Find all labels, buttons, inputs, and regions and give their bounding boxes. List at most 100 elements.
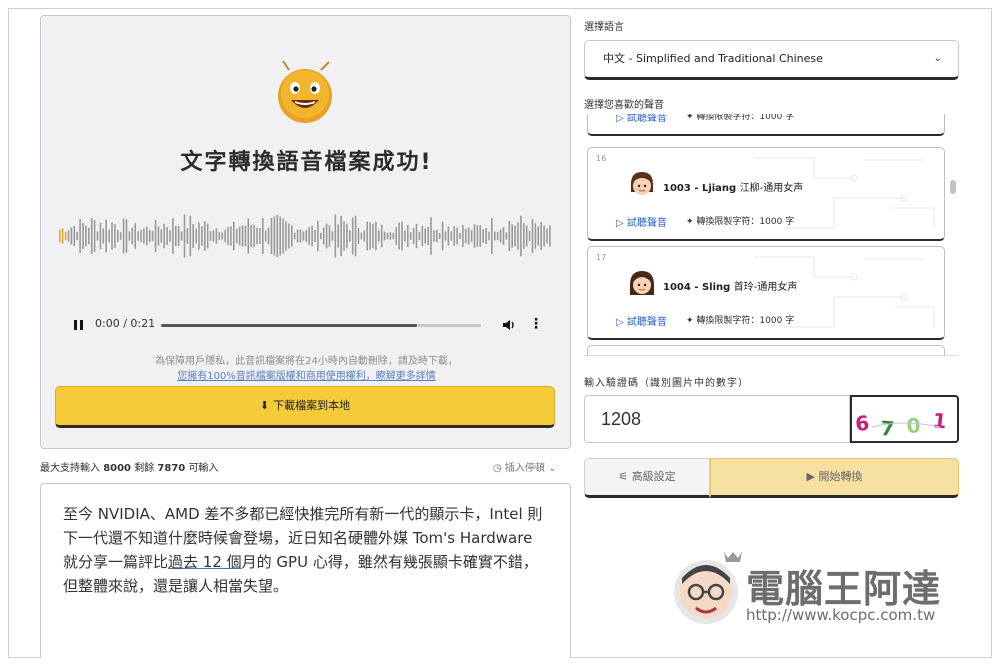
waveform-bar [70,227,73,245]
waveform-bar [444,231,447,241]
waveform-bar [372,223,374,249]
waveform-bar [366,221,368,251]
waveform-bar [360,232,363,240]
more-vertical-icon[interactable]: ⋮ [529,316,543,334]
playback-time: 0:00 / 0:21 [95,317,156,330]
char-limit: ✦ 轉換限製字符：1000 字 [686,217,795,227]
waveform-bar [299,229,302,243]
waveform-bar [201,226,203,246]
waveform-bar [508,221,511,251]
waveform-bar [499,229,502,243]
waveform-bar [357,228,360,244]
waveform-bar [61,228,64,244]
volume-icon[interactable] [501,317,519,335]
waveform-bar [148,229,151,243]
copyright-link[interactable]: 您擁有100%音訊檔案版權和商用使用權利，瞭解更多詳情 [177,371,436,382]
voice-index: 17 [596,253,607,262]
waveform-bar [389,232,392,240]
language-select[interactable]: 中文 - Simplified and Traditional Chinese … [584,40,959,80]
waveform-bar [320,232,322,240]
waveform-bar [531,218,534,254]
waveform-bar [99,223,102,249]
waveform-bar [331,231,334,241]
insert-pause-button[interactable]: ◷ 插入停頓 ⌄ [493,459,557,474]
voice-code: 1004 - Sling [663,282,731,293]
waveform-bar [146,226,148,246]
waveform-bar [235,228,238,244]
limit-prefix: 最大支持輸入 [40,463,100,474]
listen-button[interactable]: ▷ 試聽聲音 [616,313,667,328]
advanced-settings-button[interactable]: ⚟ 高級設定 [584,458,710,498]
avatar-icon [630,271,654,295]
privacy-line: 為保障用戶隱私，此音訊檔案將在24小時內自動刪除，請及時下載， [155,356,458,367]
waveform-bar [67,230,70,242]
waveform-bar [462,225,464,247]
voice-label: 選擇您喜歡的聲音 [584,100,664,111]
waveform-bar [233,221,235,251]
waveform-bar [253,224,255,248]
voice-card-partial[interactable] [587,345,945,355]
captcha-label: 輸入驗證碼（識別圖片中的數字） [584,378,749,389]
voice-name: 1004 - Sling 首玲-通用女声 [663,278,797,293]
waveform-bar [244,225,247,247]
waveform-bar [212,230,215,242]
captcha-digit: 7 [880,416,896,441]
waveform-bar [73,225,76,247]
privacy-notice: 為保障用戶隱私，此音訊檔案將在24小時內自動刪除，請及時下載， 您擁有100%音… [41,354,572,384]
waveform-bar [183,214,186,258]
waveform-bar [79,218,81,254]
waveform-bar [378,230,380,242]
waveform-bar [108,229,110,243]
play-circle-icon: ▶ [806,470,815,483]
waveform-bar [546,228,548,244]
waveform-bar [340,215,342,257]
listen-button[interactable]: ▷ 試聽聲音 [616,114,667,124]
waveform-bar [441,221,444,251]
waveform-bar [264,230,267,242]
waveform-bar [537,226,540,246]
listen-label: 試聽聲音 [626,114,667,124]
seek-slider[interactable] [161,324,481,327]
waveform-bar [430,217,432,255]
download-button[interactable]: ⬇ 下載檔案到本地 [55,386,555,428]
voice-card[interactable]: 16 1003 - Ljiang 江柳-通用女声 ▷ 試聽聲音 ✦ 轉換限製字符… [587,147,945,241]
circuit-pattern [754,157,935,229]
waveform-bar [404,230,406,242]
text-input-area[interactable]: 至今 NVIDIA、AMD 差不多都已經快推完所有新一代的顯示卡，Intel 則… [40,483,571,658]
voice-card[interactable]: 17 1004 - Sling 首玲-通用女声 ▷ 試聽聲音 ✦ 轉換限製字符：… [587,246,945,340]
pause-icon[interactable] [71,318,87,334]
waveform-bar [59,229,61,243]
waveform-bar [134,223,136,249]
waveform-bar [433,230,435,242]
waveform-bar [247,218,250,254]
chevron-down-icon: ⌄ [933,53,942,64]
waveform-bar [424,228,426,244]
waveform-bar [128,231,131,241]
waveform-bar [172,218,174,254]
waveform-bar [523,223,525,249]
waveform-bar [227,226,229,246]
waveform-bar [90,217,93,255]
waveform-bar [175,226,177,246]
waveform-bar [157,226,160,246]
voice-card-partial[interactable]: ▷ 試聽聲音 ✦ 轉換限製字符：1000 字 [587,114,945,136]
chevron-down-icon: ⌄ [548,463,557,474]
waveform-bar [64,231,67,241]
waveform-bar [511,224,513,248]
waveform-bar [473,224,476,248]
voice-list-scrollbar[interactable] [950,180,956,194]
captcha-image[interactable]: 6701 [850,395,959,443]
listen-button[interactable]: ▷ 試聽聲音 [616,214,667,229]
waveform-bar [189,215,192,257]
waveform-bar [482,229,484,243]
waveform-bar [238,226,241,246]
waveform-bar [421,226,424,246]
waveform-bar [218,232,221,240]
waveform-bar [485,227,487,245]
voice-list[interactable]: ▷ 試聽聲音 ✦ 轉換限製字符：1000 字 16 1003 - Ljiang … [584,114,959,356]
limit-suffix: 可輸入 [188,463,219,474]
start-convert-button[interactable]: ▶ 開始轉換 [710,458,959,498]
waveform-bar [293,232,296,240]
captcha-input[interactable]: 1208 [584,395,850,443]
waveform-bar [467,227,470,245]
